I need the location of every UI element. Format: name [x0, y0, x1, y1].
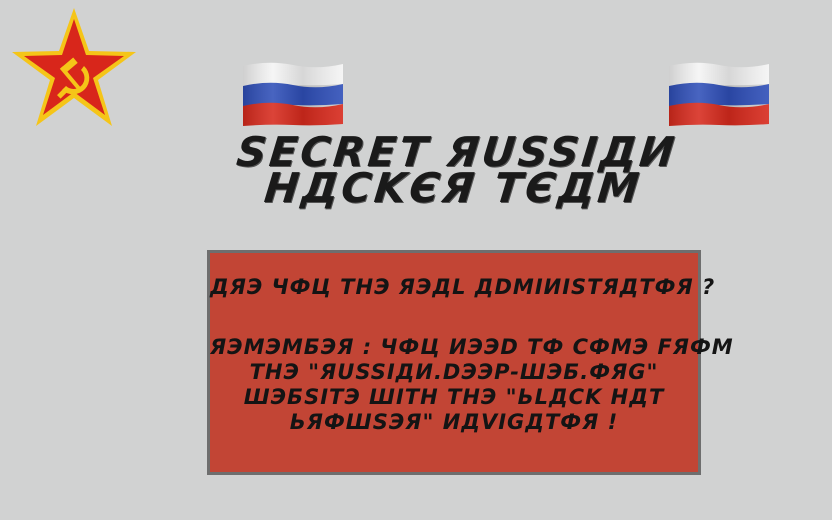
soviet-star-emblem-icon — [12, 8, 136, 126]
russian-flag-icon — [669, 62, 769, 126]
message-panel: ДЯЭ ЧФЦ THЭ ЯЭДL ДDMIИISTЯДTФЯ ? ЯЭMЭMБЭ… — [207, 250, 734, 475]
page-title: SECRET ЯUSSIДИ НДCKЄЯ TЄДМ — [226, 128, 684, 212]
admin-question: ДЯЭ ЧФЦ THЭ ЯЭДL ДDMIИISTЯДTФЯ ? — [210, 275, 716, 299]
instructions-message: ЯЭMЭMБЭЯ : ЧФЦ ИЭЭD TФ CФMЭ FЯФM THЭ "ЯU… — [210, 335, 734, 435]
message-line: ЯЭMЭMБЭЯ : ЧФЦ ИЭЭD TФ CФMЭ FЯФM — [210, 335, 734, 359]
title-line-2: НДCKЄЯ TЄДМ — [262, 164, 645, 212]
message-line: ЬЯФШSЭЯ" ИДVIGДTФЯ ! — [289, 410, 619, 434]
message-line: THЭ "ЯUSSIДИ.DЭЭP-ШЭБ.ФЯG" — [249, 360, 659, 384]
russian-flag-icon — [243, 62, 343, 126]
message-line: ШЭБSITЭ ШITH THЭ "ЬLДCK HДT — [243, 385, 665, 409]
